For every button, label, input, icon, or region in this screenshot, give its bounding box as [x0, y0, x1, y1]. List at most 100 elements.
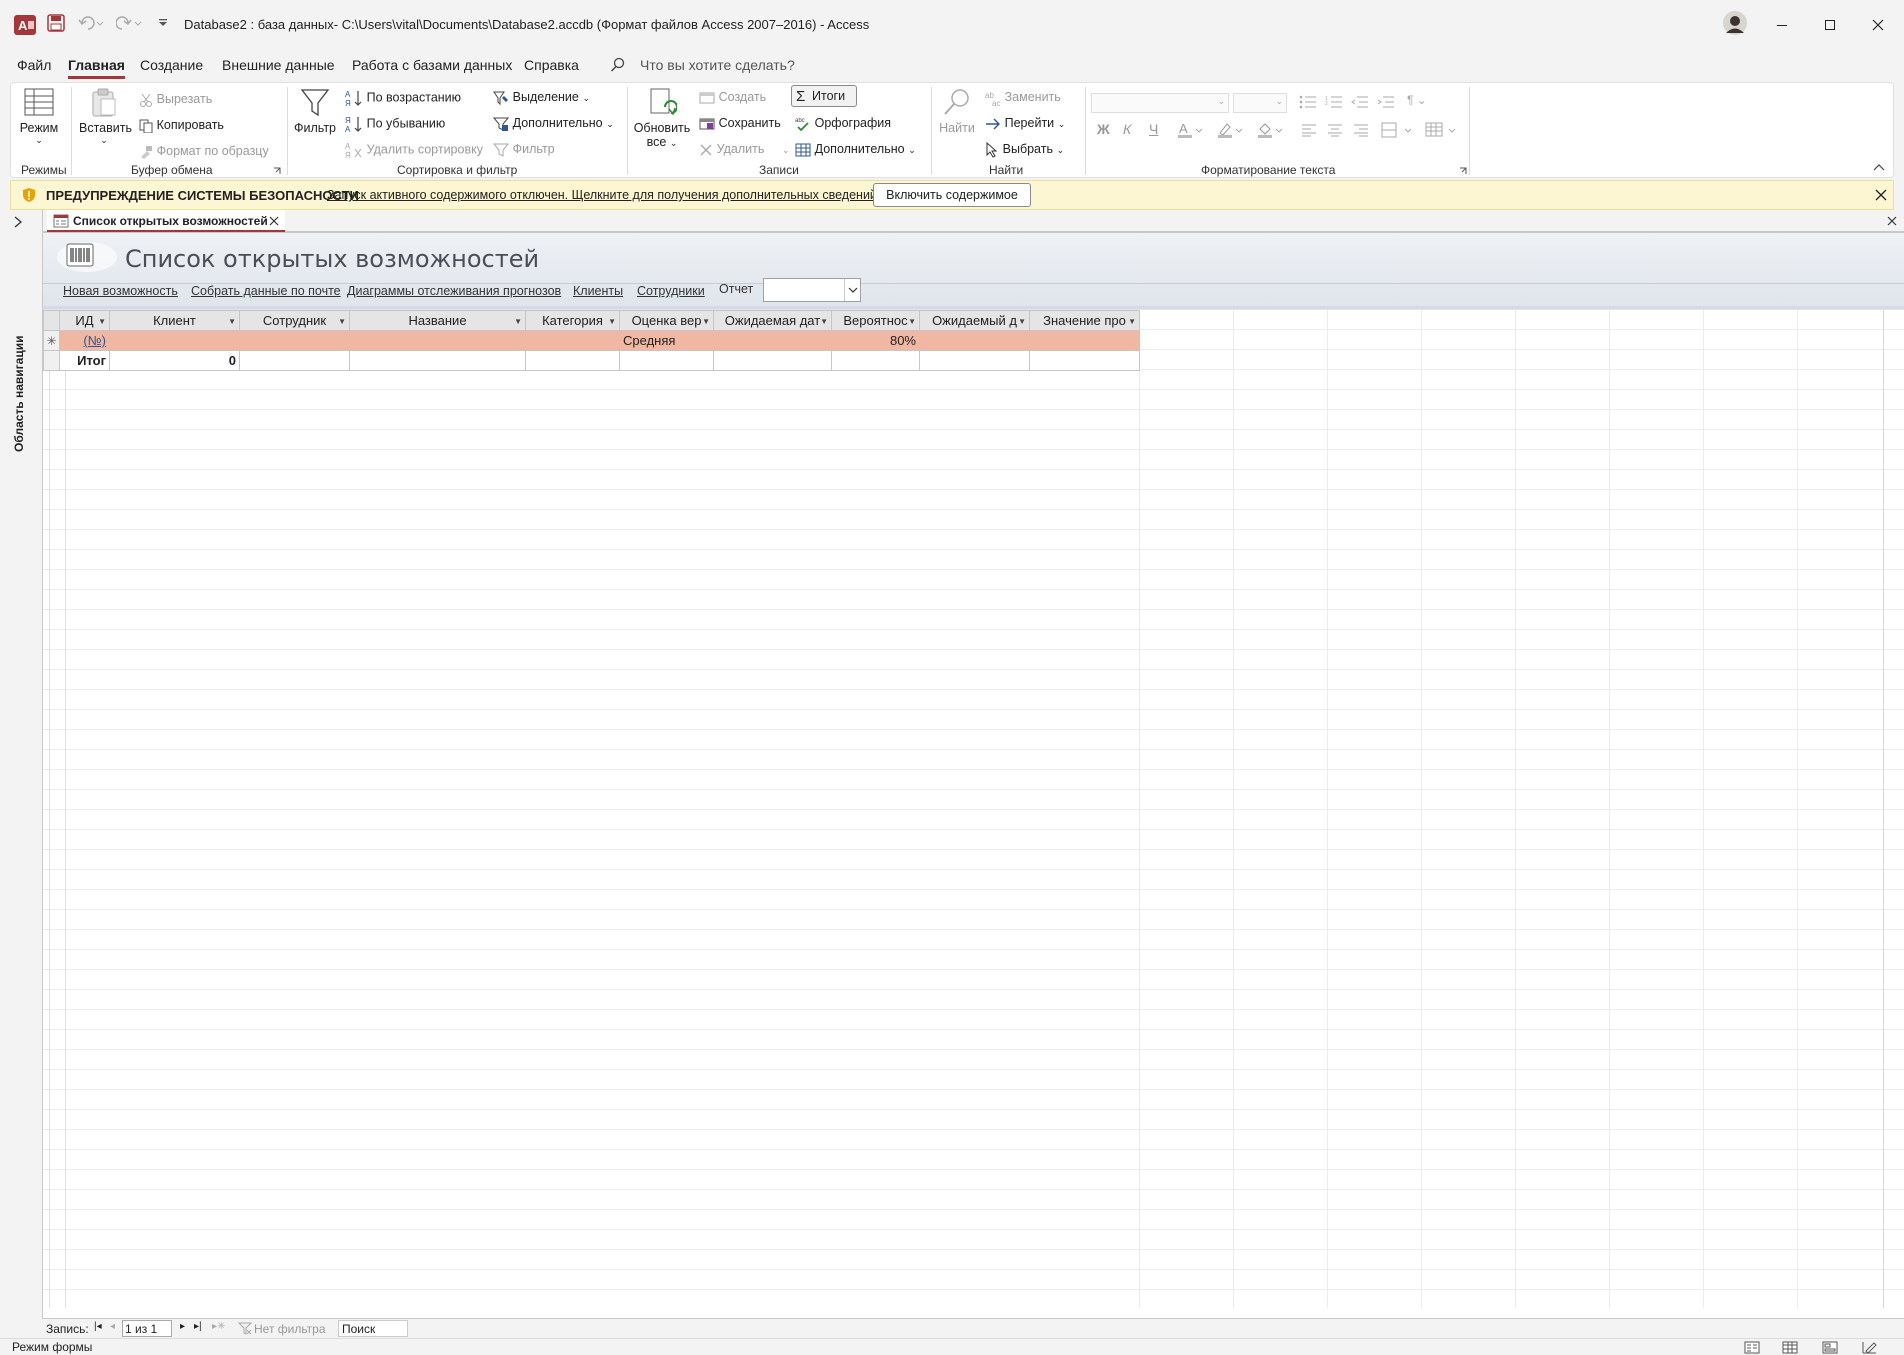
enable-content-button[interactable]: Включить содержимое [873, 183, 1031, 207]
employees-link[interactable]: Сотрудники [637, 284, 705, 298]
dropdown-arrow-icon[interactable]: ▼ [820, 317, 828, 326]
sort-descending-button[interactable]: ЯA По убыванию [345, 115, 445, 133]
advanced-filter-button[interactable]: Дополнительно ⌄ [493, 115, 614, 132]
toggle-filter-button[interactable]: Фильтр [493, 141, 555, 158]
cell-id[interactable]: (№) [59, 330, 110, 351]
design-view-icon[interactable] [1862, 1341, 1878, 1354]
column-header-rating[interactable]: Оценка вер ▼ [619, 310, 714, 331]
new-record-button[interactable]: Создать [699, 89, 766, 105]
column-header-client[interactable]: Клиент ▼ [109, 310, 240, 331]
filter-button[interactable]: Фильтр [293, 87, 337, 135]
total-cell[interactable] [239, 350, 350, 371]
tab-create[interactable]: Создание [140, 57, 203, 73]
dialog-launcher-icon[interactable] [1459, 167, 1467, 175]
cell-employee[interactable] [239, 330, 350, 351]
tab-home[interactable]: Главная [68, 57, 125, 79]
align-left-icon[interactable] [1301, 123, 1317, 137]
dropdown-arrow-icon[interactable]: ▼ [908, 317, 916, 326]
column-header-name[interactable]: Название ▼ [349, 310, 526, 331]
tab-help[interactable]: Справка [524, 57, 579, 73]
goto-button[interactable]: Перейти ⌄ [985, 115, 1065, 131]
forecast-charts-link[interactable]: Диаграммы отслеживания прогнозов [347, 284, 561, 298]
navigation-pane-label[interactable]: Область навигации [12, 332, 26, 452]
dropdown-arrow-icon[interactable]: ▼ [228, 317, 236, 326]
new-record-marker-icon[interactable]: ✳ [43, 330, 60, 351]
fill-color-icon[interactable] [1257, 121, 1283, 139]
column-header-expected-income[interactable]: Ожидаемый д ▼ [919, 310, 1030, 331]
report-select[interactable] [763, 278, 861, 302]
tab-file[interactable]: Файл [17, 57, 51, 73]
total-cell[interactable] [619, 350, 714, 371]
selection-button[interactable]: Выделение ⌄ [493, 89, 590, 106]
close-window-button[interactable] [1854, 0, 1902, 50]
total-cell[interactable] [1029, 350, 1140, 371]
dropdown-arrow-icon[interactable]: ▼ [514, 317, 522, 326]
tab-database-tools[interactable]: Работа с базами данных [352, 57, 512, 73]
dropdown-arrow-icon[interactable]: ▼ [608, 317, 616, 326]
paste-button[interactable]: Вставить ⌄ [79, 87, 132, 146]
cell-rating[interactable]: Средняя [619, 330, 714, 351]
delete-record-button[interactable]: Удалить ⌄ [699, 141, 790, 157]
dialog-launcher-icon[interactable] [273, 167, 281, 175]
tell-me-input[interactable]: Что вы хотите сделать? [640, 57, 795, 73]
find-button[interactable]: Найти [937, 87, 977, 135]
bold-button[interactable]: Ж [1097, 121, 1110, 137]
document-tab[interactable]: Список открытых возможностей [47, 210, 285, 232]
dropdown-arrow-icon[interactable]: ▼ [1128, 317, 1136, 326]
cut-button[interactable]: Вырезать [139, 91, 212, 107]
table-row-new[interactable]: ✳ (№) Средняя 80% [43, 330, 1140, 351]
redo-icon[interactable] [116, 15, 142, 31]
previous-record-icon[interactable]: ◂ [110, 1321, 115, 1332]
save-record-button[interactable]: Сохранить [699, 115, 781, 131]
total-cell[interactable] [919, 350, 1030, 371]
replace-button[interactable]: ab ac Заменить [985, 89, 1061, 106]
select-button[interactable]: Выбрать ⌄ [985, 141, 1064, 158]
layout-view-icon[interactable] [1822, 1341, 1838, 1354]
column-header-category[interactable]: Категория ▼ [525, 310, 620, 331]
refresh-all-button[interactable]: Обновить все ⌄ [633, 87, 691, 149]
align-right-icon[interactable] [1353, 123, 1369, 137]
close-document-icon[interactable] [1887, 216, 1897, 226]
totals-button[interactable]: Σ Итоги [791, 85, 857, 107]
datasheet-view-icon[interactable] [1782, 1341, 1798, 1354]
user-avatar[interactable] [1722, 10, 1748, 36]
alternate-row-color-icon[interactable] [1381, 121, 1415, 139]
search-input[interactable]: Поиск [338, 1320, 408, 1337]
cell-expected-date[interactable] [713, 330, 832, 351]
total-client-count[interactable]: 0 [109, 350, 240, 371]
close-tab-icon[interactable] [269, 216, 279, 226]
increase-indent-icon[interactable] [1377, 95, 1395, 109]
font-name-select[interactable]: ⌄ [1091, 93, 1229, 113]
dropdown-arrow-icon[interactable]: ▼ [1018, 317, 1026, 326]
spelling-button[interactable]: abc Орфография [795, 115, 891, 132]
current-record-input[interactable]: 1 из 1 [122, 1320, 172, 1337]
font-color-icon[interactable]: A [1177, 121, 1203, 139]
decrease-indent-icon[interactable] [1351, 95, 1369, 109]
first-record-icon[interactable]: |◂ [94, 1321, 102, 1332]
security-warning-link[interactable]: Запуск активного содержимого отключен. Щ… [327, 188, 880, 202]
filter-status[interactable]: Нет фильтра [254, 1322, 326, 1336]
cell-probability[interactable]: 80% [831, 330, 920, 351]
align-center-icon[interactable] [1327, 123, 1343, 137]
more-records-button[interactable]: Дополнительно ⌄ [795, 141, 916, 157]
underline-button[interactable]: Ч [1149, 121, 1158, 137]
dropdown-arrow-icon[interactable]: ▼ [338, 317, 346, 326]
maximize-button[interactable] [1806, 0, 1854, 50]
expand-nav-pane-icon[interactable] [14, 216, 22, 228]
numbering-icon[interactable]: 12 [1325, 95, 1343, 109]
form-view-icon[interactable] [1744, 1341, 1760, 1354]
format-painter-button[interactable]: Формат по образцу [139, 143, 269, 159]
view-mode-button[interactable]: Режим ⌄ [17, 87, 61, 146]
customers-link[interactable]: Клиенты [573, 284, 623, 298]
column-header-probability[interactable]: Вероятнос ▼ [831, 310, 920, 331]
next-record-icon[interactable]: ▸ [180, 1321, 185, 1332]
dropdown-arrow-icon[interactable]: ▼ [98, 317, 106, 326]
total-cell[interactable] [525, 350, 620, 371]
column-header-employee[interactable]: Сотрудник ▼ [239, 310, 350, 331]
cell-expected-income[interactable] [919, 330, 1030, 351]
column-header-id[interactable]: ИД ▼ [59, 310, 110, 331]
save-icon[interactable] [47, 14, 65, 32]
new-opportunity-link[interactable]: Новая возможность [63, 284, 178, 298]
row-selector[interactable] [43, 350, 60, 371]
total-cell[interactable] [349, 350, 526, 371]
